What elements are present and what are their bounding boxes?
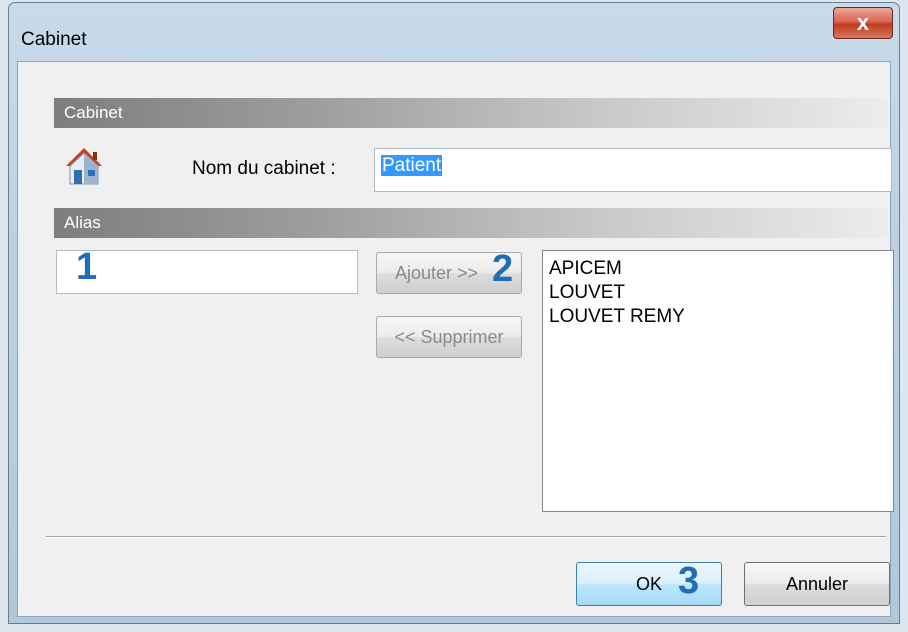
annotation-marker-1: 1	[76, 246, 98, 288]
ajouter-button-label: Ajouter >>	[395, 263, 479, 283]
title-bar[interactable]: Cabinet x	[9, 3, 899, 59]
nom-cabinet-input[interactable]: Patient	[374, 148, 892, 192]
ok-button-label: OK	[635, 574, 662, 594]
section-header-cabinet: Cabinet	[54, 98, 888, 128]
nom-cabinet-value: Patient	[381, 155, 443, 176]
dialog-window: Cabinet x Cabinet Nom du cabinet : Patie…	[8, 2, 900, 624]
ok-button[interactable]: OK	[576, 562, 722, 606]
list-item[interactable]: LOUVET	[549, 281, 887, 305]
close-button[interactable]: x	[833, 7, 893, 39]
supprimer-button[interactable]: << Supprimer	[376, 316, 522, 358]
list-item[interactable]: LOUVET REMY	[549, 305, 887, 329]
dialog-client-area: Cabinet Nom du cabinet : Patient Alias A…	[17, 61, 894, 617]
annuler-button[interactable]: Annuler	[744, 562, 890, 606]
window-title: Cabinet	[21, 29, 87, 50]
list-item[interactable]: APICEM	[549, 257, 887, 281]
nom-cabinet-label: Nom du cabinet :	[192, 158, 336, 179]
supprimer-button-label: << Supprimer	[394, 327, 504, 347]
section-header-alias: Alias	[54, 208, 888, 238]
footer-divider	[46, 536, 886, 538]
annuler-button-label: Annuler	[785, 574, 849, 594]
alias-list[interactable]: APICEM LOUVET LOUVET REMY	[542, 250, 894, 512]
annotation-marker-3: 3	[678, 560, 700, 602]
alias-input[interactable]	[56, 250, 358, 294]
house-icon	[66, 148, 102, 185]
annotation-marker-2: 2	[492, 248, 514, 290]
close-icon: x	[856, 10, 870, 35]
